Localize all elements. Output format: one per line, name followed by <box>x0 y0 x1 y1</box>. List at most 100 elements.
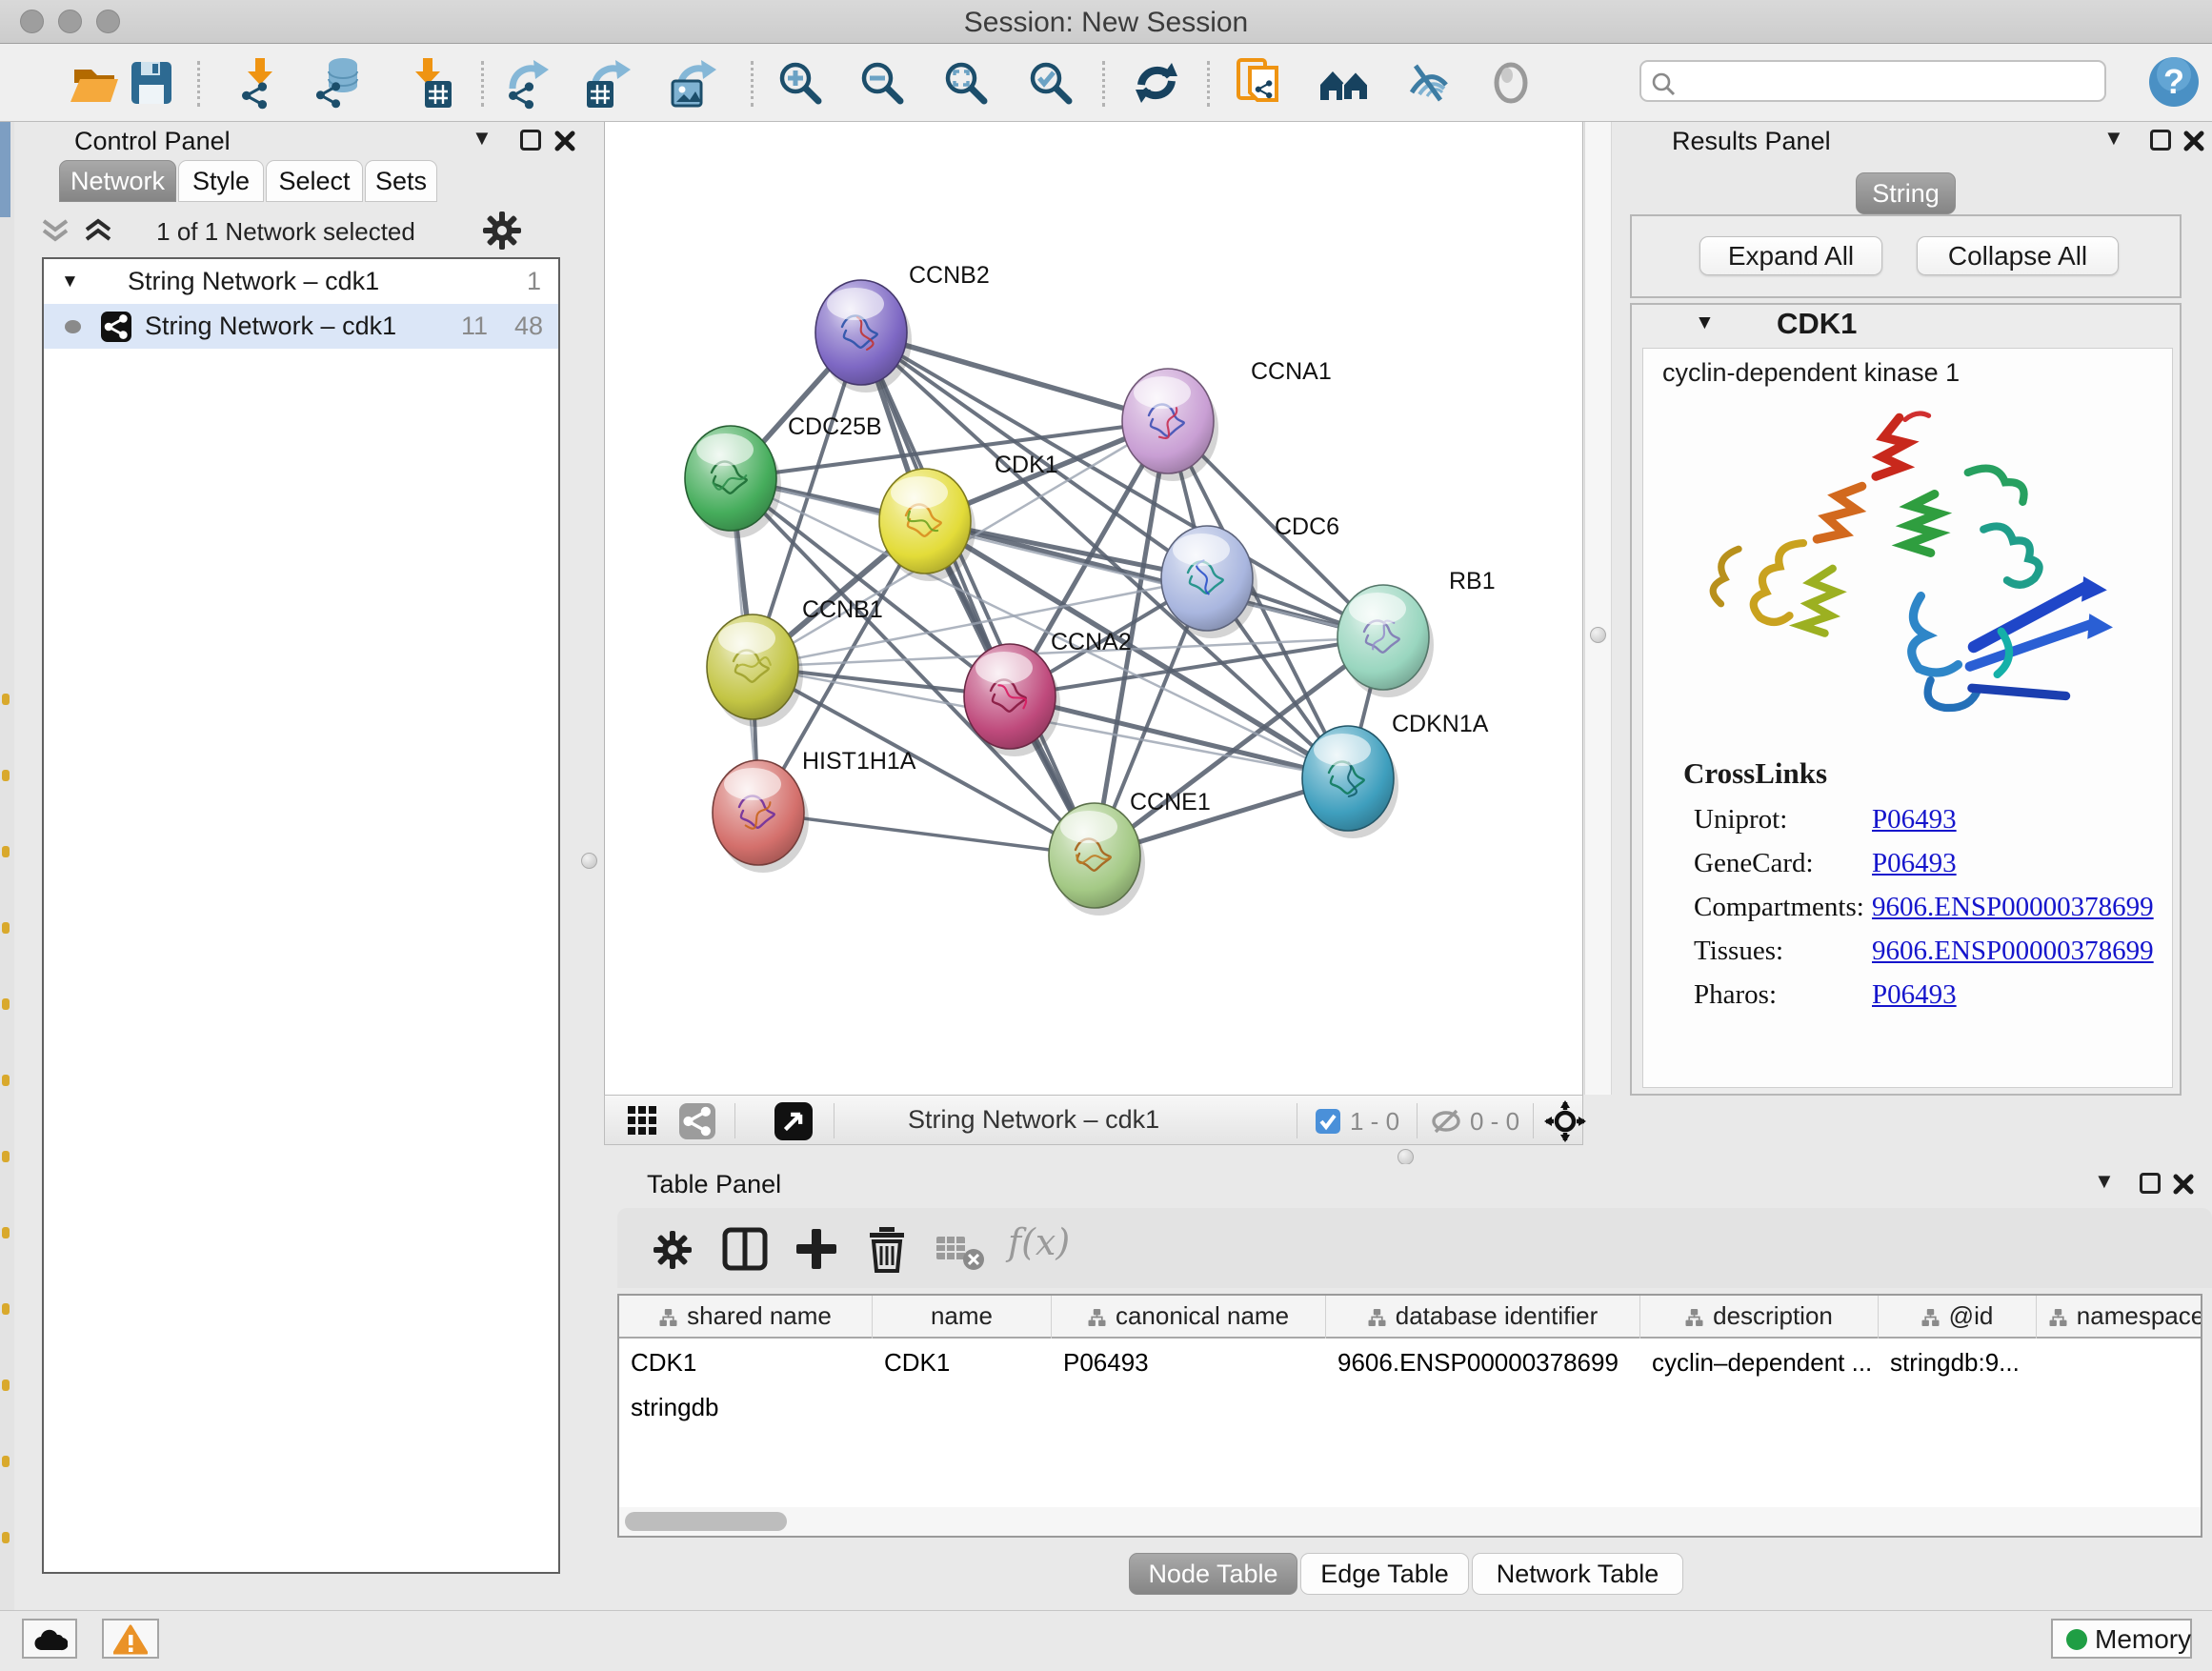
zoom-out-icon[interactable] <box>855 56 909 110</box>
show-columns-icon[interactable] <box>722 1227 768 1271</box>
import-network-icon[interactable] <box>232 56 286 110</box>
network-thumb-icon[interactable] <box>679 1103 715 1139</box>
close-panel-icon[interactable] <box>553 130 576 152</box>
table-options-gear-icon[interactable] <box>652 1229 694 1271</box>
collapse-all-chevron-icon[interactable] <box>38 215 72 246</box>
collapse-all-button[interactable]: Collapse All <box>1917 236 2119 275</box>
tab-select[interactable]: Select <box>266 160 363 202</box>
open-file-icon[interactable] <box>67 56 122 110</box>
left-splitter-handle[interactable] <box>581 853 597 869</box>
zoom-selected-icon[interactable] <box>1024 56 1077 110</box>
zoom-in-icon[interactable] <box>774 56 827 110</box>
help-icon[interactable]: ? <box>2145 53 2202 111</box>
horizontal-scrollbar[interactable] <box>619 1507 2201 1536</box>
table-row[interactable]: CDK1CDK1P064939606.ENSP00000378699cyclin… <box>619 1340 2201 1430</box>
column-header-namespace[interactable]: namespace <box>2037 1296 2202 1339</box>
home-icon[interactable] <box>1317 56 1374 110</box>
node-CCNA1[interactable]: CCNA1 <box>1122 358 1332 481</box>
refresh-icon[interactable] <box>1130 56 1183 110</box>
column-header-databaseidentifier[interactable]: database identifier <box>1326 1296 1640 1339</box>
bottom-splitter-handle[interactable] <box>1398 1149 1414 1165</box>
grid-view-icon[interactable] <box>628 1106 658 1137</box>
node-table[interactable]: shared namenamecanonical namedatabase id… <box>617 1294 2202 1538</box>
crosslink-link[interactable]: P06493 <box>1872 979 1957 1011</box>
tab-network[interactable]: Network <box>59 160 176 202</box>
table-toolbar: f(x) <box>617 1208 2212 1288</box>
node-CDKN1A[interactable]: CDKN1A <box>1302 711 1489 838</box>
node-RB1[interactable]: RB1 <box>1337 568 1496 697</box>
column-header-description[interactable]: description <box>1640 1296 1879 1339</box>
table-cell[interactable]: stringdb:9... <box>1879 1340 2037 1385</box>
function-builder-icon[interactable]: f(x) <box>1008 1221 1070 1263</box>
memory-label: Memory <box>2095 1624 2191 1655</box>
crosslink-link[interactable]: P06493 <box>1872 804 1957 836</box>
add-column-icon[interactable] <box>794 1227 838 1271</box>
float-panel-icon[interactable] <box>520 130 541 151</box>
node-HIST1H1A[interactable]: HIST1H1A <box>713 748 916 873</box>
gene-collapse-icon[interactable]: ▼ <box>1695 312 1715 334</box>
string-network-graph[interactable]: CCNB2CCNA1CDC25BCDK1CDC6RB1CCNB1CCNA2CDK… <box>605 122 1582 1093</box>
export-image-icon[interactable] <box>665 56 720 110</box>
network-collection-row[interactable]: ▼ String Network – cdk1 1 <box>44 259 558 304</box>
crosslink-link[interactable]: 9606.ENSP00000378699 <box>1872 936 2154 967</box>
main-toolbar: ? <box>0 44 2212 122</box>
graphics-details-eye-icon[interactable] <box>1402 56 1456 110</box>
collapse-panel-icon[interactable]: ▼ <box>472 126 493 151</box>
table-cell[interactable]: CDK1 <box>873 1340 1052 1385</box>
node-CCNB2[interactable]: CCNB2 <box>815 262 990 393</box>
table-cell[interactable]: cyclin–dependent ... <box>1640 1340 1879 1385</box>
birdseye-toggle-icon[interactable] <box>774 1102 813 1140</box>
right-splitter[interactable] <box>1584 122 1612 1095</box>
memory-button[interactable]: Memory <box>2051 1619 2192 1659</box>
import-from-database-icon[interactable] <box>311 56 366 110</box>
birds-eye-icon[interactable] <box>1484 56 1538 110</box>
zoom-fit-icon[interactable] <box>939 56 993 110</box>
network-options-gear-icon[interactable] <box>481 210 523 252</box>
column-header-id[interactable]: @id <box>1879 1296 2037 1339</box>
right-splitter-handle[interactable] <box>1590 627 1606 643</box>
edge-CCNB2-CCNE1[interactable] <box>861 332 1095 856</box>
share-document-icon[interactable] <box>1233 56 1288 111</box>
network-canvas[interactable]: CCNB2CCNA1CDC25BCDK1CDC6RB1CCNB1CCNA2CDK… <box>604 122 1583 1095</box>
save-session-icon[interactable] <box>124 56 177 110</box>
selected-checkbox-icon[interactable] <box>1316 1109 1340 1134</box>
column-header-sharedname[interactable]: shared name <box>619 1296 873 1339</box>
table-cell[interactable]: 9606.ENSP00000378699 <box>1326 1340 1640 1385</box>
collapse-panel-icon[interactable]: ▼ <box>2094 1169 2115 1194</box>
fit-content-crosshair-icon[interactable] <box>1544 1100 1586 1142</box>
scrollbar-thumb[interactable] <box>625 1512 787 1531</box>
crosslink-link[interactable]: P06493 <box>1872 848 1957 879</box>
crosslink-link[interactable]: 9606.ENSP00000378699 <box>1872 892 2154 923</box>
crosslink-label: Uniprot: <box>1694 804 1787 836</box>
memory-status-dot <box>2066 1629 2087 1650</box>
collapse-panel-icon[interactable]: ▼ <box>2103 126 2124 151</box>
table-cell[interactable]: CDK1 <box>619 1340 873 1385</box>
close-panel-icon[interactable] <box>2172 1173 2195 1196</box>
table-cell[interactable]: P06493 <box>1052 1340 1326 1385</box>
column-header-name[interactable]: name <box>873 1296 1052 1339</box>
tree-expander-icon[interactable]: ▼ <box>61 259 79 304</box>
network-row-selected[interactable]: String Network – cdk1 11 48 <box>44 304 558 349</box>
tab-style[interactable]: Style <box>178 160 264 202</box>
expand-all-button[interactable]: Expand All <box>1699 236 1882 275</box>
crosslink-label: GeneCard: <box>1694 848 1814 879</box>
column-header-canonicalname[interactable]: canonical name <box>1052 1296 1326 1339</box>
warning-button[interactable] <box>102 1619 159 1659</box>
tab-sets[interactable]: Sets <box>365 160 437 202</box>
float-panel-icon[interactable] <box>2140 1173 2161 1194</box>
tab-edge-table[interactable]: Edge Table <box>1300 1553 1469 1595</box>
tab-network-table[interactable]: Network Table <box>1472 1553 1683 1595</box>
tab-string[interactable]: String <box>1856 172 1956 214</box>
export-table-icon[interactable] <box>579 56 634 110</box>
tab-node-table[interactable]: Node Table <box>1129 1553 1297 1595</box>
close-panel-icon[interactable] <box>2182 130 2205 152</box>
search-input[interactable] <box>1683 64 2093 98</box>
table-cell[interactable]: stringdb <box>619 1385 800 1430</box>
delete-column-icon[interactable] <box>865 1225 909 1273</box>
export-network-icon[interactable] <box>499 56 553 110</box>
crosslink-row: Tissues:9606.ENSP00000378699 <box>1643 936 2173 979</box>
import-table-icon[interactable] <box>400 56 453 110</box>
cloud-button[interactable] <box>22 1619 77 1659</box>
delete-table-icon[interactable] <box>935 1231 985 1271</box>
float-panel-icon[interactable] <box>2150 130 2171 151</box>
